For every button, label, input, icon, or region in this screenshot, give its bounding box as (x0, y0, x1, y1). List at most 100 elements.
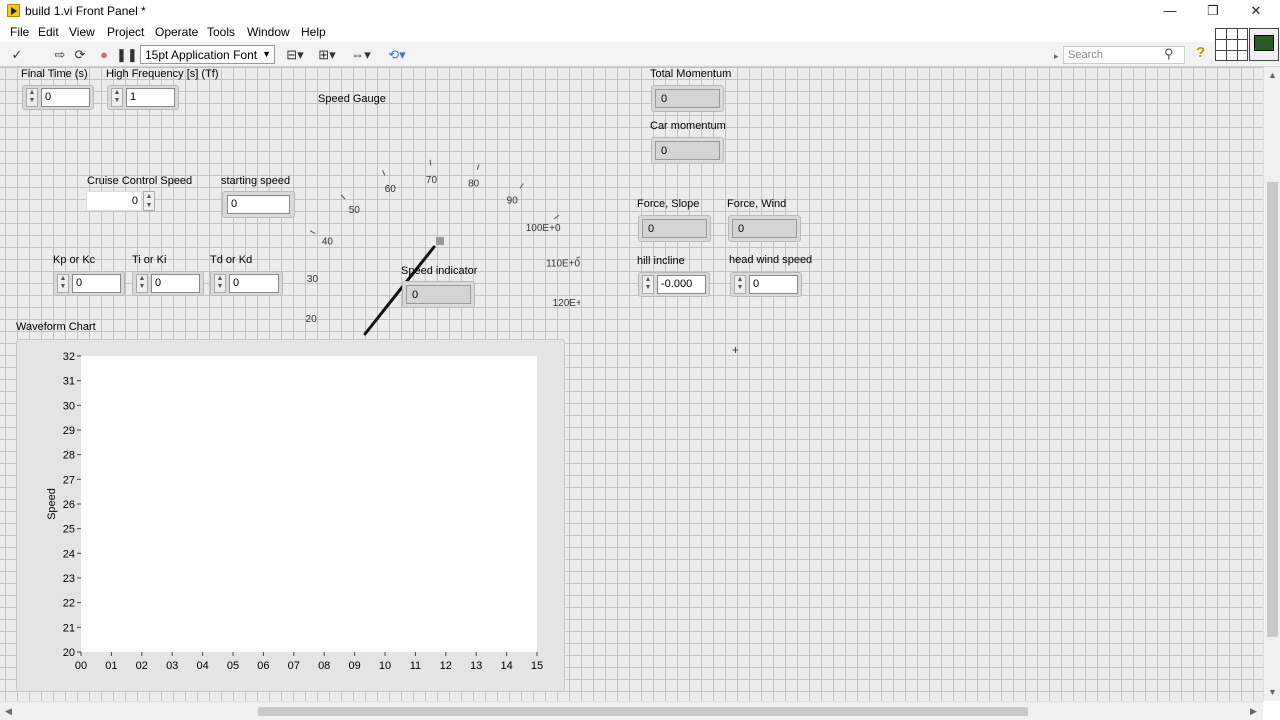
run-continuously-icon[interactable]: ⟳ (72, 47, 88, 63)
horizontal-scrollbar[interactable]: ◀ ▶ (0, 701, 1263, 720)
x-tick-label: 10 (379, 660, 391, 672)
waveform-chart[interactable]: 20 21 22 23 24 25 26 27 28 29 30 31 32 00 01 02 03 04 05 0… (16, 339, 565, 692)
labview-app-icon (7, 4, 20, 17)
increment-decrement-icon[interactable]: ▲ ▼ (642, 275, 654, 294)
pause-icon[interactable]: ❚❚ (116, 47, 138, 63)
ti-label: Ti or Ki (132, 254, 167, 266)
search-icon[interactable]: ⚲ (1164, 46, 1174, 62)
gauge-tick-label: 30 (307, 274, 319, 285)
ti-input[interactable]: 0 (151, 274, 200, 293)
resize-objects-icon[interactable]: ⇔▾ (350, 47, 372, 63)
final-time-label: Final Time (s) (21, 68, 88, 80)
reorder-icon[interactable]: ⟲▾ (386, 47, 408, 63)
x-tick-label: 04 (196, 660, 208, 672)
head-wind-input[interactable]: 0 (749, 275, 798, 294)
x-tick-label: 11 (410, 660, 421, 672)
force-wind-label: Force, Wind (727, 198, 787, 210)
menu-tools[interactable]: Tools (207, 25, 235, 39)
restore-button[interactable]: ❐ (1191, 0, 1235, 22)
total-momentum-value: 0 (655, 89, 720, 108)
search-expand-arrow-icon[interactable]: ▸ (1054, 51, 1059, 62)
high-frequency-label: High Frequency [s] (Tf) (106, 68, 219, 80)
close-button[interactable]: ✕ (1234, 0, 1278, 22)
scroll-right-icon[interactable]: ▶ (1250, 706, 1257, 717)
horizontal-scroll-thumb[interactable] (258, 707, 1028, 716)
gauge-tick (553, 214, 560, 220)
minimize-button[interactable]: — (1148, 0, 1192, 22)
scroll-left-icon[interactable]: ◀ (5, 706, 12, 717)
font-select[interactable]: 15pt Application Font ▼ (140, 45, 275, 64)
menu-project[interactable]: Project (107, 25, 144, 39)
menu-edit[interactable]: Edit (38, 25, 59, 39)
y-tick-label: 28 (63, 450, 75, 462)
menu-bar: File Edit View Project Operate Tools Win… (0, 22, 1280, 42)
gauge-tick-label: 80 (468, 179, 480, 190)
gauge-tick-label: 100E+0 (526, 223, 561, 234)
hill-incline-label: hill incline (637, 255, 685, 267)
gauge-tick (476, 164, 480, 170)
car-momentum-indicator: 0 (651, 137, 724, 164)
gauge-tick (340, 194, 346, 200)
checkmark-icon[interactable]: ✓ (9, 47, 25, 63)
head-wind-label: head wind speed (729, 254, 813, 266)
distribute-objects-icon[interactable]: ⊞▾ (316, 47, 338, 63)
increment-decrement-icon[interactable]: ▲ ▼ (734, 275, 746, 294)
td-input[interactable]: 0 (229, 274, 279, 293)
menu-window[interactable]: Window (247, 25, 290, 39)
increment-decrement-icon[interactable]: ▲ ▼ (214, 274, 226, 293)
menu-operate[interactable]: Operate (155, 25, 198, 39)
vertical-scrollbar[interactable]: ▲ ▼ (1263, 67, 1280, 701)
y-tick-label: 26 (63, 499, 75, 511)
x-tick-label: 15 (531, 660, 543, 672)
y-tick-label: 20 (63, 647, 75, 659)
starting-speed-input[interactable]: 0 (227, 195, 290, 214)
x-tick-label: 06 (257, 660, 269, 672)
td-label: Td or Kd (210, 254, 253, 266)
increment-decrement-icon[interactable]: ▲ ▼ (57, 274, 69, 293)
increment-decrement-icon[interactable]: ▲ ▼ (111, 88, 123, 107)
gauge-tick-label: 90 (507, 195, 519, 206)
td-control: ▲ ▼ 0 (210, 271, 283, 296)
crosshair-cursor-icon: + (732, 343, 740, 357)
force-slope-indicator: 0 (638, 215, 711, 242)
menu-view[interactable]: View (69, 25, 95, 39)
final-time-input[interactable]: 0 (41, 88, 90, 107)
increment-decrement-icon[interactable]: ▲ ▼ (136, 274, 148, 293)
cruise-speed-input[interactable]: 0 (86, 191, 142, 211)
car-momentum-value: 0 (655, 141, 720, 160)
scroll-down-icon[interactable]: ▼ (1268, 687, 1277, 697)
x-tick-label: 00 (75, 660, 87, 672)
gauge-tick-label: 20 (306, 314, 318, 325)
vertical-scroll-thumb[interactable] (1267, 182, 1278, 637)
x-tick-label: 08 (318, 660, 330, 672)
y-tick-label: 31 (63, 376, 75, 388)
chart-plot-area[interactable] (81, 356, 537, 652)
x-tick-label: 03 (166, 660, 178, 672)
speed-indicator-value: 0 (406, 285, 471, 304)
high-frequency-control: ▲ ▼ 1 (107, 85, 179, 110)
front-panel: Final Time (s) ▲ ▼ 0 High Frequency [s] (… (0, 67, 1263, 701)
kp-input[interactable]: 0 (72, 274, 121, 293)
menu-help[interactable]: Help (301, 25, 326, 39)
increment-decrement-icon[interactable]: ▲ ▼ (26, 88, 38, 107)
total-momentum-indicator: 0 (651, 85, 724, 112)
y-tick-label: 21 (63, 622, 75, 634)
run-arrow-icon[interactable]: ⇨ (52, 47, 68, 63)
cruise-speed-stepper-icon[interactable]: ▲ ▼ (143, 191, 155, 211)
abort-stop-icon[interactable]: ● (96, 47, 112, 63)
connector-pane-icon[interactable] (1215, 28, 1248, 61)
gauge-tick (382, 170, 386, 176)
force-slope-label: Force, Slope (637, 198, 700, 210)
align-objects-icon[interactable]: ⊟▾ (284, 47, 306, 63)
menu-file[interactable]: File (10, 25, 29, 39)
x-tick-label: 07 (288, 660, 300, 672)
x-tick-label: 12 (440, 660, 452, 672)
chart-y-axis-label: Speed (46, 488, 58, 520)
help-icon[interactable]: ? (1196, 44, 1205, 61)
gauge-tick-label: 120E+0 (553, 298, 580, 309)
high-frequency-input[interactable]: 1 (126, 88, 175, 107)
vi-icon[interactable] (1249, 28, 1279, 61)
hill-incline-input[interactable]: -0.000 (657, 275, 706, 294)
scroll-up-icon[interactable]: ▲ (1268, 70, 1277, 80)
y-tick-label: 29 (63, 425, 75, 437)
